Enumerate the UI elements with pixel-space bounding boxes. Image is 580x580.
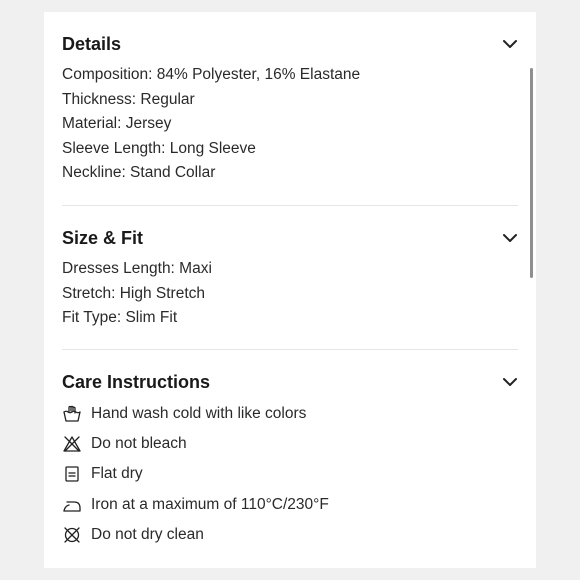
do-not-bleach-icon <box>62 434 82 454</box>
hand-wash-icon <box>62 404 82 424</box>
care-item-iron: Iron at a maximum of 110°C/230°F <box>62 490 518 520</box>
care-header[interactable]: Care Instructions <box>62 370 518 400</box>
flat-dry-icon <box>62 464 82 484</box>
chevron-down-icon[interactable] <box>502 230 518 246</box>
detail-composition: Composition: 84% Polyester, 16% Elastane <box>62 66 361 83</box>
chevron-down-icon[interactable] <box>502 36 518 52</box>
care-item-flat-dry: Flat dry <box>62 459 518 489</box>
size-fit-type: Fit Type: Slim Fit <box>62 309 178 327</box>
divider <box>62 205 518 206</box>
divider <box>62 349 518 350</box>
care-item-dry-clean: Do not dry clean <box>62 520 518 550</box>
scrollbar[interactable] <box>530 68 533 278</box>
care-section: Care Instructions Hand wash cold with li… <box>62 370 518 550</box>
care-title: Care Instructions <box>62 372 211 392</box>
chevron-down-icon[interactable] <box>502 374 518 390</box>
care-item-text: Do not bleach <box>91 435 187 453</box>
size-stretch: Stretch: High Stretch <box>62 284 206 302</box>
care-item-hand-wash: Hand wash cold with like colors <box>62 399 518 429</box>
care-item-text: Flat dry <box>91 465 143 483</box>
detail-sleeve-length: Sleeve Length: Long Sleeve <box>62 139 256 157</box>
details-header[interactable]: Details <box>62 32 518 62</box>
details-section: Details Composition: 84% Polyester, 16% … <box>62 32 518 186</box>
product-info-panel: Details Composition: 84% Polyester, 16% … <box>44 12 536 568</box>
size-fit-title: Size & Fit <box>62 228 144 248</box>
care-item-text: Do not dry clean <box>91 525 204 543</box>
detail-neckline: Neckline: Stand Collar <box>62 164 216 182</box>
do-not-dry-clean-icon <box>62 525 82 545</box>
detail-material: Material: Jersey <box>62 115 172 133</box>
detail-thickness: Thickness: Regular <box>62 90 195 108</box>
size-dresses-length: Dresses Length: Maxi <box>62 260 212 277</box>
care-item-text: Iron at a maximum of 110°C/230°F <box>91 495 329 513</box>
care-item-bleach: Do not bleach <box>62 429 518 459</box>
size-fit-header[interactable]: Size & Fit <box>62 226 518 256</box>
size-fit-section: Size & Fit Dresses Length: Maxi Stretch:… <box>62 226 518 331</box>
details-title: Details <box>62 34 122 54</box>
iron-icon <box>62 495 82 515</box>
care-item-text: Hand wash cold with like colors <box>91 405 307 423</box>
